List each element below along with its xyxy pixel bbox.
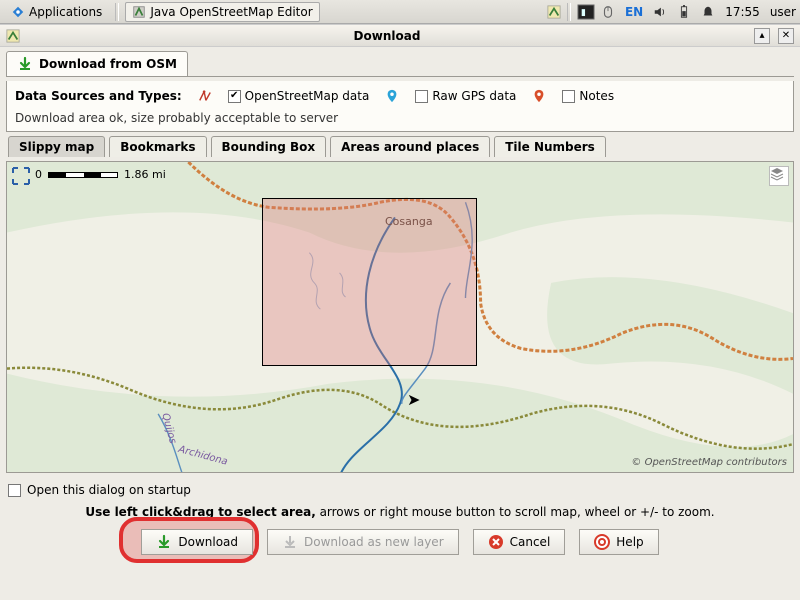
unchecked-icon	[8, 484, 21, 497]
tray-josm-icon[interactable]	[547, 5, 561, 19]
system-tray: EN 17:55 user	[601, 5, 796, 19]
applications-menu[interactable]: Applications	[4, 2, 109, 22]
unchecked-icon	[415, 90, 428, 103]
josm-icon	[11, 5, 25, 19]
help-icon	[594, 534, 610, 550]
download-dialog: Download ▴ ✕ Download from OSM Data Sour…	[0, 24, 800, 600]
separator	[567, 3, 571, 21]
hint-text: Use left click&drag to select area, arro…	[6, 501, 794, 525]
volume-icon[interactable]	[653, 5, 667, 19]
download-arrow-icon	[156, 534, 172, 550]
app-icon	[132, 5, 146, 19]
tab-download-from-osm[interactable]: Download from OSM	[6, 51, 188, 76]
download-button[interactable]: Download	[141, 529, 253, 555]
notifications-icon[interactable]	[701, 5, 715, 19]
user-label[interactable]: user	[770, 5, 796, 19]
battery-icon[interactable]	[677, 5, 691, 19]
download-new-layer-button[interactable]: Download as new layer	[267, 529, 459, 555]
taskbar-window-title: Java OpenStreetMap Editor	[150, 5, 312, 19]
download-arrow-icon	[17, 56, 33, 72]
checkbox-notes[interactable]: Notes	[562, 89, 614, 103]
close-button[interactable]: ✕	[778, 28, 794, 44]
osm-data-icon	[198, 89, 212, 103]
shade-button[interactable]: ▴	[754, 28, 770, 44]
dialog-title: Download	[28, 29, 746, 43]
dialog-icon	[6, 29, 20, 43]
checkbox-open-on-startup[interactable]: Open this dialog on startup	[6, 477, 794, 497]
dialog-titlebar: Download ▴ ✕	[0, 25, 800, 47]
terminal-icon[interactable]: ▮	[577, 4, 595, 20]
tab-label: Download from OSM	[39, 57, 177, 71]
subtab-slippy-map[interactable]: Slippy map	[8, 136, 105, 157]
subtab-areas-around-places[interactable]: Areas around places	[330, 136, 490, 157]
applications-label: Applications	[29, 5, 102, 19]
map-attribution: © OpenStreetMap contributors	[631, 457, 787, 468]
help-button[interactable]: Help	[579, 529, 658, 555]
separator	[115, 3, 119, 21]
checkbox-gps[interactable]: Raw GPS data	[415, 89, 516, 103]
place-label-cosanga: Cosanga	[385, 215, 433, 228]
layers-button[interactable]	[769, 166, 789, 186]
data-sources-label: Data Sources and Types:	[15, 89, 182, 103]
mouse-icon[interactable]	[601, 5, 615, 19]
svg-text:▮: ▮	[581, 8, 586, 18]
fullscreen-icon[interactable]	[11, 166, 31, 186]
cancel-icon	[488, 534, 504, 550]
gps-pin-icon	[385, 89, 399, 103]
download-panel: Data Sources and Types: ✔ OpenStreetMap …	[6, 81, 794, 132]
unchecked-icon	[562, 90, 575, 103]
taskbar: Applications Java OpenStreetMap Editor ▮…	[0, 0, 800, 24]
area-subtabs: Slippy map Bookmarks Bounding Box Areas …	[6, 136, 794, 157]
keyboard-layout[interactable]: EN	[625, 5, 643, 19]
data-sources-row: Data Sources and Types: ✔ OpenStreetMap …	[15, 89, 785, 103]
taskbar-window-button[interactable]: Java OpenStreetMap Editor	[125, 2, 319, 22]
notes-pin-icon	[532, 89, 546, 103]
selection-rectangle[interactable]	[262, 198, 477, 366]
main-tabs: Download from OSM	[6, 51, 794, 77]
check-icon: ✔	[228, 90, 241, 103]
status-text: Download area ok, size probably acceptab…	[15, 111, 785, 125]
button-bar: Download Download as new layer Cancel He…	[6, 529, 794, 561]
map-scale: 0 1.86 mi	[35, 168, 166, 181]
scale-bar	[48, 172, 118, 178]
clock[interactable]: 17:55	[725, 5, 760, 19]
slippy-map[interactable]: 0 1.86 mi Cosanga Quijos Archidona © Ope…	[6, 161, 794, 473]
subtab-bookmarks[interactable]: Bookmarks	[109, 136, 206, 157]
subtab-tile-numbers[interactable]: Tile Numbers	[494, 136, 606, 157]
checkbox-osm-data[interactable]: ✔ OpenStreetMap data	[228, 89, 370, 103]
download-layer-icon	[282, 534, 298, 550]
cancel-button[interactable]: Cancel	[473, 529, 566, 555]
subtab-bounding-box[interactable]: Bounding Box	[211, 136, 327, 157]
